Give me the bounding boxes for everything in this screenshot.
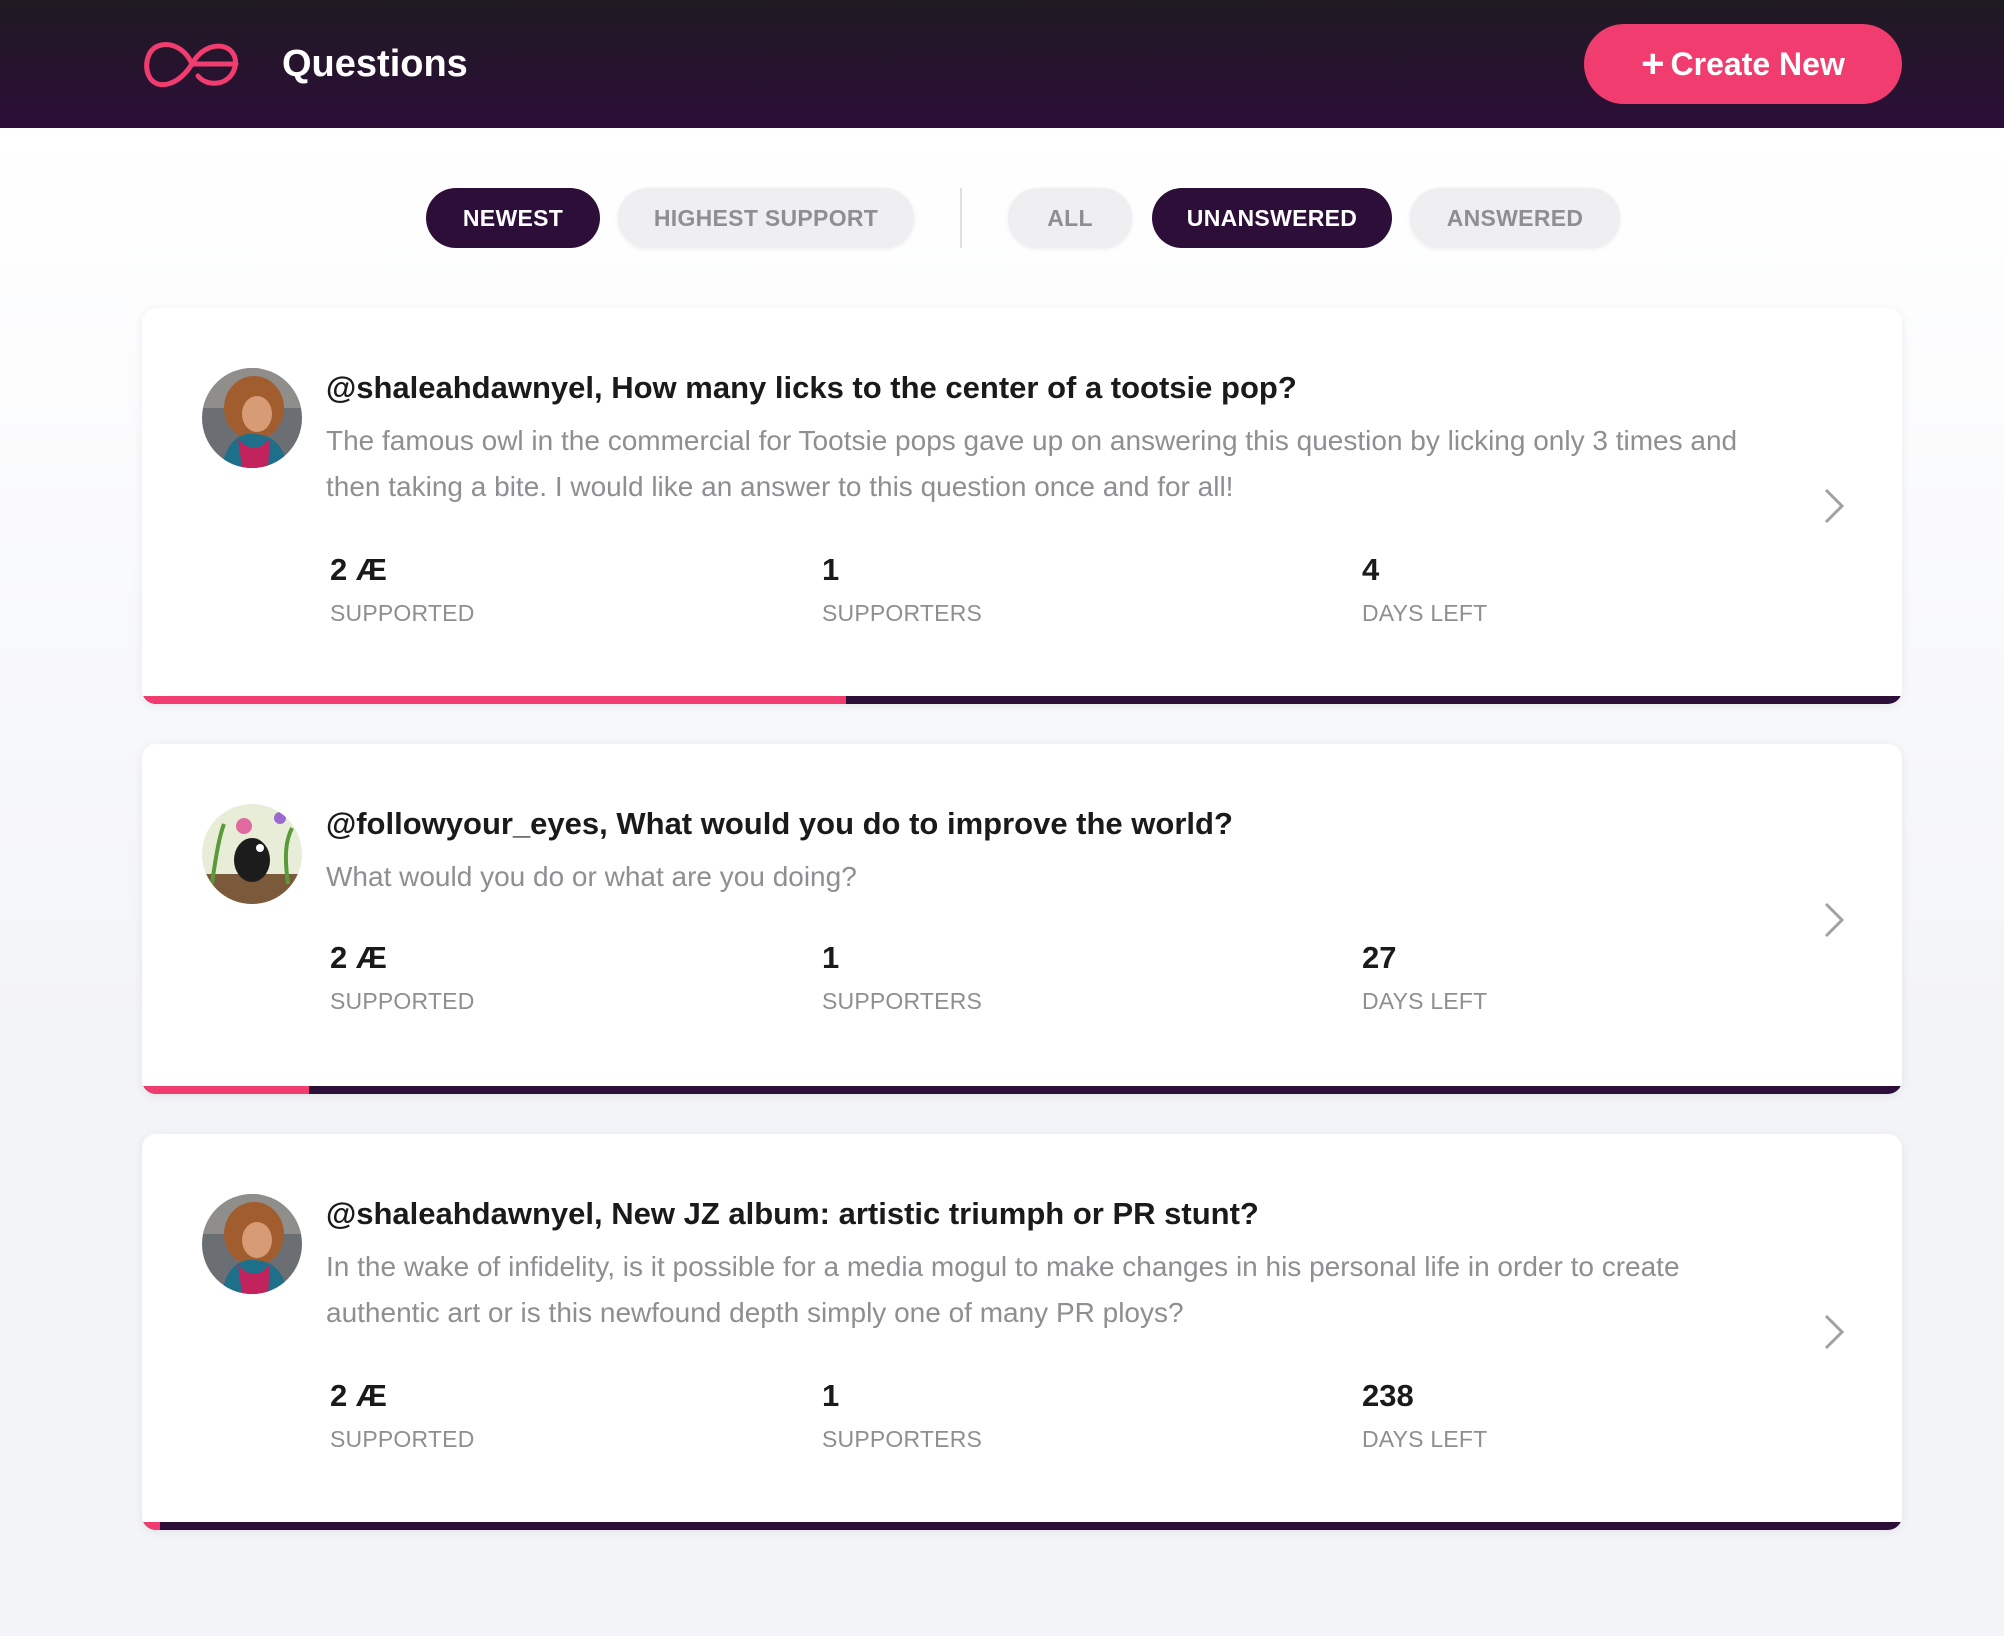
- filter-highest-support[interactable]: HIGHEST SUPPORT: [618, 188, 914, 248]
- stat-label: DAYS LEFT: [1362, 1426, 1488, 1452]
- filter-unanswered[interactable]: UNANSWERED: [1152, 188, 1392, 248]
- stat-value: 1: [822, 1378, 840, 1413]
- stat-label: SUPPORTERS: [822, 600, 983, 626]
- stat-supporters: 1 SUPPORTERS: [822, 938, 982, 1015]
- question-card[interactable]: @shaleahdawnyel, How many licks to the c…: [142, 308, 1902, 704]
- stat-supported: 2 Æ SUPPORTED: [330, 550, 475, 627]
- stat-days-left: 4 DAYS LEFT: [1362, 550, 1487, 627]
- filter-bar: NEWEST HIGHEST SUPPORT ALL UNANSWERED AN…: [0, 188, 2004, 248]
- avatar: [202, 1194, 302, 1294]
- aeternity-logo-icon[interactable]: [140, 38, 240, 90]
- question-body: The famous owl in the commercial for Too…: [326, 425, 1738, 502]
- support-progress-bar: [142, 1522, 1902, 1530]
- progress-fill: [142, 1522, 160, 1530]
- create-new-label: Create New: [1670, 45, 1845, 82]
- stat-label: SUPPORTERS: [822, 988, 983, 1014]
- stat-supporters: 1 SUPPORTERS: [822, 1376, 982, 1453]
- progress-fill: [142, 696, 846, 704]
- stat-value: 27: [1362, 940, 1397, 975]
- stat-value: 1: [822, 552, 840, 587]
- question-title[interactable]: @followyour_eyes, What would you do to i…: [326, 804, 1762, 844]
- question-body: What would you do or what are you doing?: [326, 861, 857, 892]
- stat-label: DAYS LEFT: [1362, 600, 1488, 626]
- stat-value: 2 Æ: [330, 552, 387, 587]
- question-card[interactable]: @followyour_eyes, What would you do to i…: [142, 744, 1902, 1094]
- question-body: In the wake of infidelity, is it possibl…: [326, 1251, 1680, 1328]
- stat-value: 238: [1362, 1378, 1414, 1413]
- stat-days-left: 238 DAYS LEFT: [1362, 1376, 1487, 1453]
- stat-label: SUPPORTERS: [822, 1426, 983, 1452]
- stat-value: 4: [1362, 552, 1380, 587]
- stat-supported: 2 Æ SUPPORTED: [330, 938, 475, 1015]
- stat-label: SUPPORTED: [330, 600, 475, 626]
- stat-supported: 2 Æ SUPPORTED: [330, 1376, 475, 1453]
- question-card[interactable]: @shaleahdawnyel, New JZ album: artistic …: [142, 1134, 1902, 1530]
- question-title[interactable]: @shaleahdawnyel, How many licks to the c…: [326, 368, 1762, 408]
- filter-divider: [960, 188, 962, 248]
- question-title[interactable]: @shaleahdawnyel, New JZ album: artistic …: [326, 1194, 1762, 1234]
- progress-fill: [142, 1086, 310, 1094]
- page-title: Questions: [282, 43, 468, 85]
- create-new-button[interactable]: + Create New: [1584, 24, 1902, 104]
- stat-value: 1: [822, 940, 840, 975]
- stat-days-left: 27 DAYS LEFT: [1362, 938, 1487, 1015]
- plus-icon: +: [1641, 42, 1665, 86]
- stat-value: 2 Æ: [330, 940, 387, 975]
- support-progress-bar: [142, 696, 1902, 704]
- support-progress-bar: [142, 1086, 1902, 1094]
- chevron-right-icon[interactable]: [1822, 900, 1846, 940]
- stat-supporters: 1 SUPPORTERS: [822, 550, 982, 627]
- filter-newest[interactable]: NEWEST: [426, 188, 600, 248]
- stat-label: DAYS LEFT: [1362, 988, 1488, 1014]
- app-header: Questions + Create New: [0, 0, 2004, 128]
- stat-label: SUPPORTED: [330, 988, 475, 1014]
- avatar: [202, 368, 302, 468]
- filter-all[interactable]: ALL: [1008, 188, 1132, 248]
- filter-answered[interactable]: ANSWERED: [1410, 188, 1620, 248]
- stat-label: SUPPORTED: [330, 1426, 475, 1452]
- stat-value: 2 Æ: [330, 1378, 387, 1413]
- avatar: [202, 804, 302, 904]
- chevron-right-icon[interactable]: [1822, 486, 1846, 526]
- chevron-right-icon[interactable]: [1822, 1312, 1846, 1352]
